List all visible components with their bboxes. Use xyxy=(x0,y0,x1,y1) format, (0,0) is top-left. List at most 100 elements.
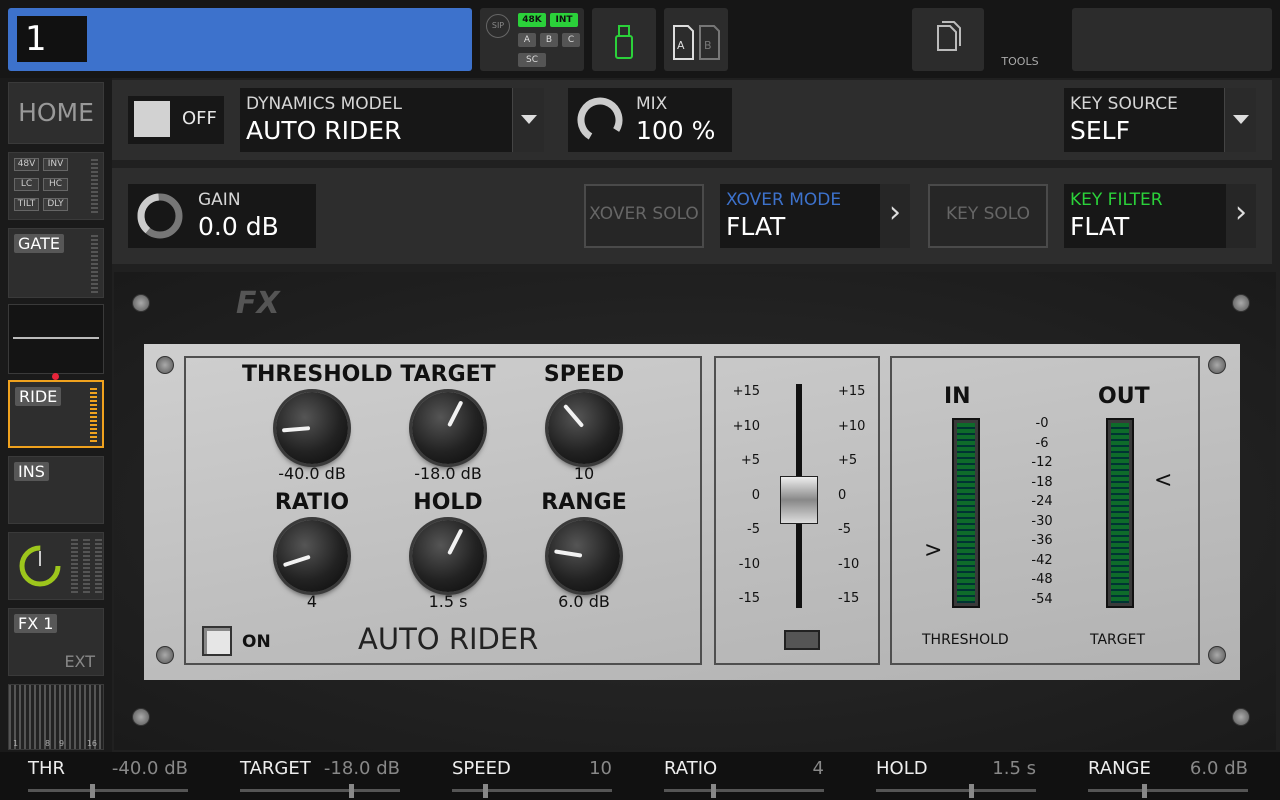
bottom-param-thr[interactable]: THR -40.0 dB xyxy=(28,752,188,800)
meter-scale-label: -6 xyxy=(1035,435,1049,451)
fx1-ext-label: EXT xyxy=(64,652,95,671)
fx1-label: FX 1 xyxy=(14,614,58,633)
route-end-label: 16 xyxy=(86,739,97,748)
threshold-meter-label: THRESHOLD xyxy=(922,632,1009,648)
hold-knob[interactable] xyxy=(412,520,484,592)
param-slider[interactable] xyxy=(876,789,1036,792)
bottom-param-range[interactable]: RANGE 6.0 dB xyxy=(1088,752,1248,800)
gate-block[interactable]: GATE xyxy=(8,228,104,298)
gain-value: 0.0 dB xyxy=(198,212,279,241)
bottom-param-hold[interactable]: HOLD 1.5 s xyxy=(876,752,1036,800)
gain-control[interactable]: GAIN 0.0 dB xyxy=(128,184,316,248)
dynamics-model-select[interactable]: DYNAMICS MODEL AUTO RIDER xyxy=(240,88,544,152)
insert-block[interactable]: INS xyxy=(8,456,104,524)
xover-next-chevron-icon: › xyxy=(880,184,910,248)
fader-scale-right-label: -15 xyxy=(838,591,860,606)
mix-knob-icon xyxy=(577,97,623,143)
dynamics-sub-row: GAIN 0.0 dB XOVER SOLO XOVER MODE FLAT ›… xyxy=(112,168,1272,264)
param-slider-thumb[interactable] xyxy=(483,784,488,798)
rack-screw-icon xyxy=(1232,294,1250,312)
param-slider-thumb[interactable] xyxy=(1142,784,1148,798)
rack-screw-icon xyxy=(132,708,150,726)
clock-badge: INT xyxy=(550,13,578,27)
mix-caption: MIX xyxy=(636,94,668,114)
meter-scale-label: -48 xyxy=(1031,572,1053,587)
ride-label: RIDE xyxy=(15,387,62,406)
key-solo-button[interactable]: KEY SOLO xyxy=(928,184,1048,248)
key-source-select[interactable]: KEY SOURCE SELF xyxy=(1064,88,1256,152)
target-knob-value: -18.0 dB xyxy=(414,464,482,483)
delay-badge: DLY xyxy=(43,198,68,211)
toggle-state: OFF xyxy=(182,108,217,129)
toggle-square-icon xyxy=(134,101,170,137)
dynamics-meter-3 xyxy=(95,539,102,595)
param-slider[interactable] xyxy=(28,789,188,792)
plugin-on-switch[interactable] xyxy=(202,626,232,656)
dynamics-meter-2 xyxy=(83,539,90,595)
threshold-knob[interactable] xyxy=(276,392,348,464)
target-knob[interactable] xyxy=(412,392,484,464)
top-right-blank[interactable] xyxy=(1072,8,1272,71)
fader-scale-left-label: +10 xyxy=(732,418,760,434)
insert-label: INS xyxy=(14,462,49,481)
ratio-knob-label: RATIO xyxy=(274,490,350,515)
param-value: -40.0 dB xyxy=(111,758,188,779)
hold-knob-value: 1.5 s xyxy=(428,592,468,611)
input-meter-label: IN xyxy=(944,384,971,409)
speed-knob[interactable] xyxy=(548,392,620,464)
param-slider-thumb[interactable] xyxy=(90,784,95,798)
eq-block[interactable] xyxy=(8,304,104,374)
bottom-param-speed[interactable]: SPEED 10 xyxy=(452,752,612,800)
bottom-param-target[interactable]: TARGET -18.0 dB xyxy=(240,752,400,800)
target-meter-label: TARGET xyxy=(1090,632,1146,648)
ratio-knob[interactable] xyxy=(276,520,348,592)
target-marker[interactable]: < xyxy=(1154,468,1172,493)
dynamics-block[interactable] xyxy=(8,532,104,600)
mix-control[interactable]: MIX 100 % xyxy=(568,88,732,152)
param-slider-thumb[interactable] xyxy=(348,784,354,798)
key-filter-value: FLAT xyxy=(1070,212,1130,241)
param-value: 4 xyxy=(812,758,824,779)
threshold-marker[interactable]: > xyxy=(924,538,942,563)
fader-handle[interactable] xyxy=(780,476,818,524)
key-filter-select[interactable]: KEY FILTER FLAT › xyxy=(1064,184,1256,248)
hold-knob-label: HOLD xyxy=(413,490,483,515)
meter-scale-label: -36 xyxy=(1031,533,1053,548)
dynamics-ring-icon xyxy=(19,545,61,587)
output-meter-label: OUT xyxy=(1098,384,1150,409)
sip-status[interactable]: SIP 48K INT A B C SC xyxy=(480,8,584,71)
card-b-label: B xyxy=(704,39,712,52)
ride-block[interactable]: RIDE xyxy=(8,380,104,448)
channel-name-bar[interactable]: 1 xyxy=(8,8,472,71)
param-slider-thumb[interactable] xyxy=(710,784,716,798)
input-block[interactable]: 48V INV LC HC TILT DLY xyxy=(8,152,104,220)
param-slider[interactable] xyxy=(664,789,824,792)
dynamics-meter-1 xyxy=(71,539,78,595)
fx1-block[interactable]: FX 1 EXT xyxy=(8,608,104,676)
fader-scale-right-label: 0 xyxy=(838,487,847,503)
tools-button[interactable]: TOOLS xyxy=(912,8,1039,71)
usb-drive-icon xyxy=(615,25,633,59)
selection-dot xyxy=(52,373,59,380)
plugin-on-label: ON xyxy=(242,632,271,652)
range-knob[interactable] xyxy=(548,520,620,592)
output-level-meter xyxy=(1106,418,1134,608)
param-name: SPEED xyxy=(452,758,511,779)
usb-button[interactable] xyxy=(592,8,656,71)
fader-button[interactable] xyxy=(784,630,820,650)
fader-scale-left-label: 0 xyxy=(751,487,760,503)
param-slider[interactable] xyxy=(1088,789,1248,792)
param-slider[interactable] xyxy=(240,789,400,792)
param-slider-thumb[interactable] xyxy=(969,784,974,798)
parameter-bar: THR -40.0 dB TARGET -18.0 dB SPEED 10 RA… xyxy=(0,752,1280,800)
on-off-toggle[interactable]: OFF xyxy=(128,96,224,144)
xover-solo-button[interactable]: XOVER SOLO xyxy=(584,184,704,248)
param-slider[interactable] xyxy=(452,789,612,792)
card-ab-button[interactable]: AB xyxy=(664,8,728,71)
bottom-param-ratio[interactable]: RATIO 4 xyxy=(664,752,824,800)
meter-scale-label: -0 xyxy=(1035,416,1049,431)
xover-mode-select[interactable]: XOVER MODE FLAT › xyxy=(720,184,910,248)
home-button[interactable]: HOME xyxy=(8,82,104,144)
routing-block[interactable]: 1 8 9 16 xyxy=(8,684,104,750)
sip-indicator: SIP xyxy=(486,14,510,38)
